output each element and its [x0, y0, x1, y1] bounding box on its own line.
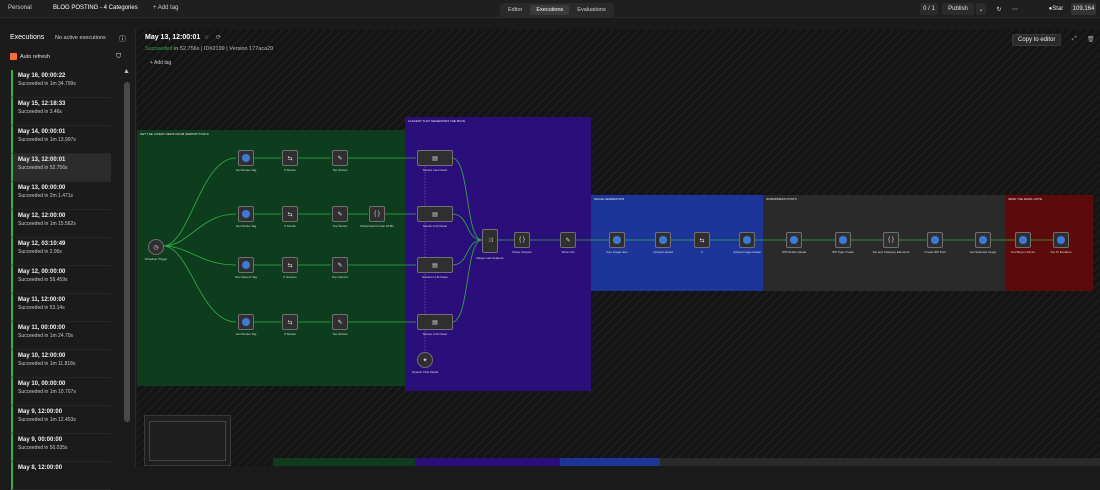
filter-node[interactable]: ⇆ [282, 314, 298, 330]
agent-node[interactable]: ▤ [417, 206, 453, 222]
openai-node[interactable]: ✦ [417, 352, 433, 368]
pipeline-node[interactable] [655, 232, 671, 248]
globe-icon [979, 236, 987, 244]
format-node[interactable]: ✎ [332, 257, 348, 273]
email-node[interactable] [1015, 232, 1031, 248]
node-label: If [701, 250, 703, 254]
search-node[interactable] [238, 314, 254, 330]
wordpress-node[interactable] [975, 232, 991, 248]
node-label: Top Gamers [331, 275, 349, 279]
globe-icon [743, 236, 751, 244]
pipeline-node[interactable]: ✎ [560, 232, 576, 248]
agent-node[interactable]: ▤ [417, 150, 453, 166]
node-label: Stocks LLM Clean [422, 224, 448, 228]
node-label: Parse Outputs [512, 250, 532, 254]
node-label: Get Stories Tag [235, 332, 257, 336]
agent-node[interactable]: ▤ [417, 257, 453, 273]
globe-icon [1057, 236, 1065, 244]
schedule-trigger-node[interactable]: ◷ [148, 239, 164, 255]
node-label: Set To Emailers [1050, 250, 1072, 254]
globe-icon [839, 236, 847, 244]
node-label: If Stocks [284, 224, 296, 228]
filter-node[interactable]: ⇆ [282, 206, 298, 222]
globe-icon [1019, 236, 1027, 244]
node-label: Upload Upload [653, 250, 673, 254]
filter-node[interactable]: ⇆ [282, 150, 298, 166]
globe-icon [242, 318, 250, 326]
wordpress-node[interactable] [835, 232, 851, 248]
node-label: Get Selected Image [969, 250, 997, 254]
globe-icon [242, 261, 250, 269]
search-node[interactable] [238, 150, 254, 166]
globe-icon [659, 236, 667, 244]
globe-icon [931, 236, 939, 244]
node-label: Write Info [561, 250, 575, 254]
code-node[interactable]: { } [369, 206, 385, 222]
format-node[interactable]: ✎ [332, 150, 348, 166]
node-label: Top Stories [332, 168, 348, 172]
node-label: Gamers LLM Clean [421, 275, 449, 279]
format-node[interactable]: ✎ [332, 314, 348, 330]
search-node[interactable] [238, 206, 254, 222]
globe-icon [790, 236, 798, 244]
pipeline-node[interactable] [609, 232, 625, 248]
node-label: Set and Category Elements [872, 250, 910, 254]
execution-list-item[interactable]: May 8, 12:00:00 [11, 462, 111, 490]
node-label: Stories LLM Clean [422, 332, 448, 336]
node-label: If Gamers [283, 275, 297, 279]
globe-icon [242, 154, 250, 162]
node-label: If Stories [284, 332, 296, 336]
node-label: Top Stocks [332, 224, 348, 228]
agent-node[interactable]: ▤ [417, 314, 453, 330]
node-label: OpenAI Chat Model [411, 370, 439, 374]
node-label: Get Blog in Admin [1010, 250, 1036, 254]
node-label: Wordpress Format HTML [360, 224, 394, 228]
node-label: WP Media Upload [781, 250, 807, 254]
format-node[interactable]: ✎ [332, 206, 348, 222]
node-label: Merge Last Subjects [476, 256, 504, 260]
node-label: Stories Last Clean [422, 168, 448, 172]
search-node[interactable] [238, 257, 254, 273]
wordpress-node[interactable]: { } [883, 232, 899, 248]
globe-icon [242, 210, 250, 218]
pipeline-node[interactable]: { } [514, 232, 530, 248]
node-label: Get Gamers Tag [235, 275, 257, 279]
node-label: Gen Image Item [606, 250, 628, 254]
node-label: Upload Image Delete [732, 250, 762, 254]
merge-node[interactable]: ⤨ [482, 229, 498, 253]
node-label: Schedule Trigger [144, 257, 168, 261]
email-node[interactable] [1053, 232, 1069, 248]
node-label: If Stories [284, 168, 296, 172]
wordpress-node[interactable] [786, 232, 802, 248]
pipeline-node[interactable] [739, 232, 755, 248]
node-label: Get Stories Tag [235, 168, 257, 172]
filter-node[interactable]: ⇆ [282, 257, 298, 273]
node-label: Top Stories [332, 332, 348, 336]
node-label: Get Stocks Tag [235, 224, 257, 228]
node-label: Create WP Post [924, 250, 946, 254]
globe-icon [613, 236, 621, 244]
wordpress-node[interactable] [927, 232, 943, 248]
pipeline-node[interactable]: ⇆ [694, 232, 710, 248]
node-label: WP Tags Create [832, 250, 854, 254]
